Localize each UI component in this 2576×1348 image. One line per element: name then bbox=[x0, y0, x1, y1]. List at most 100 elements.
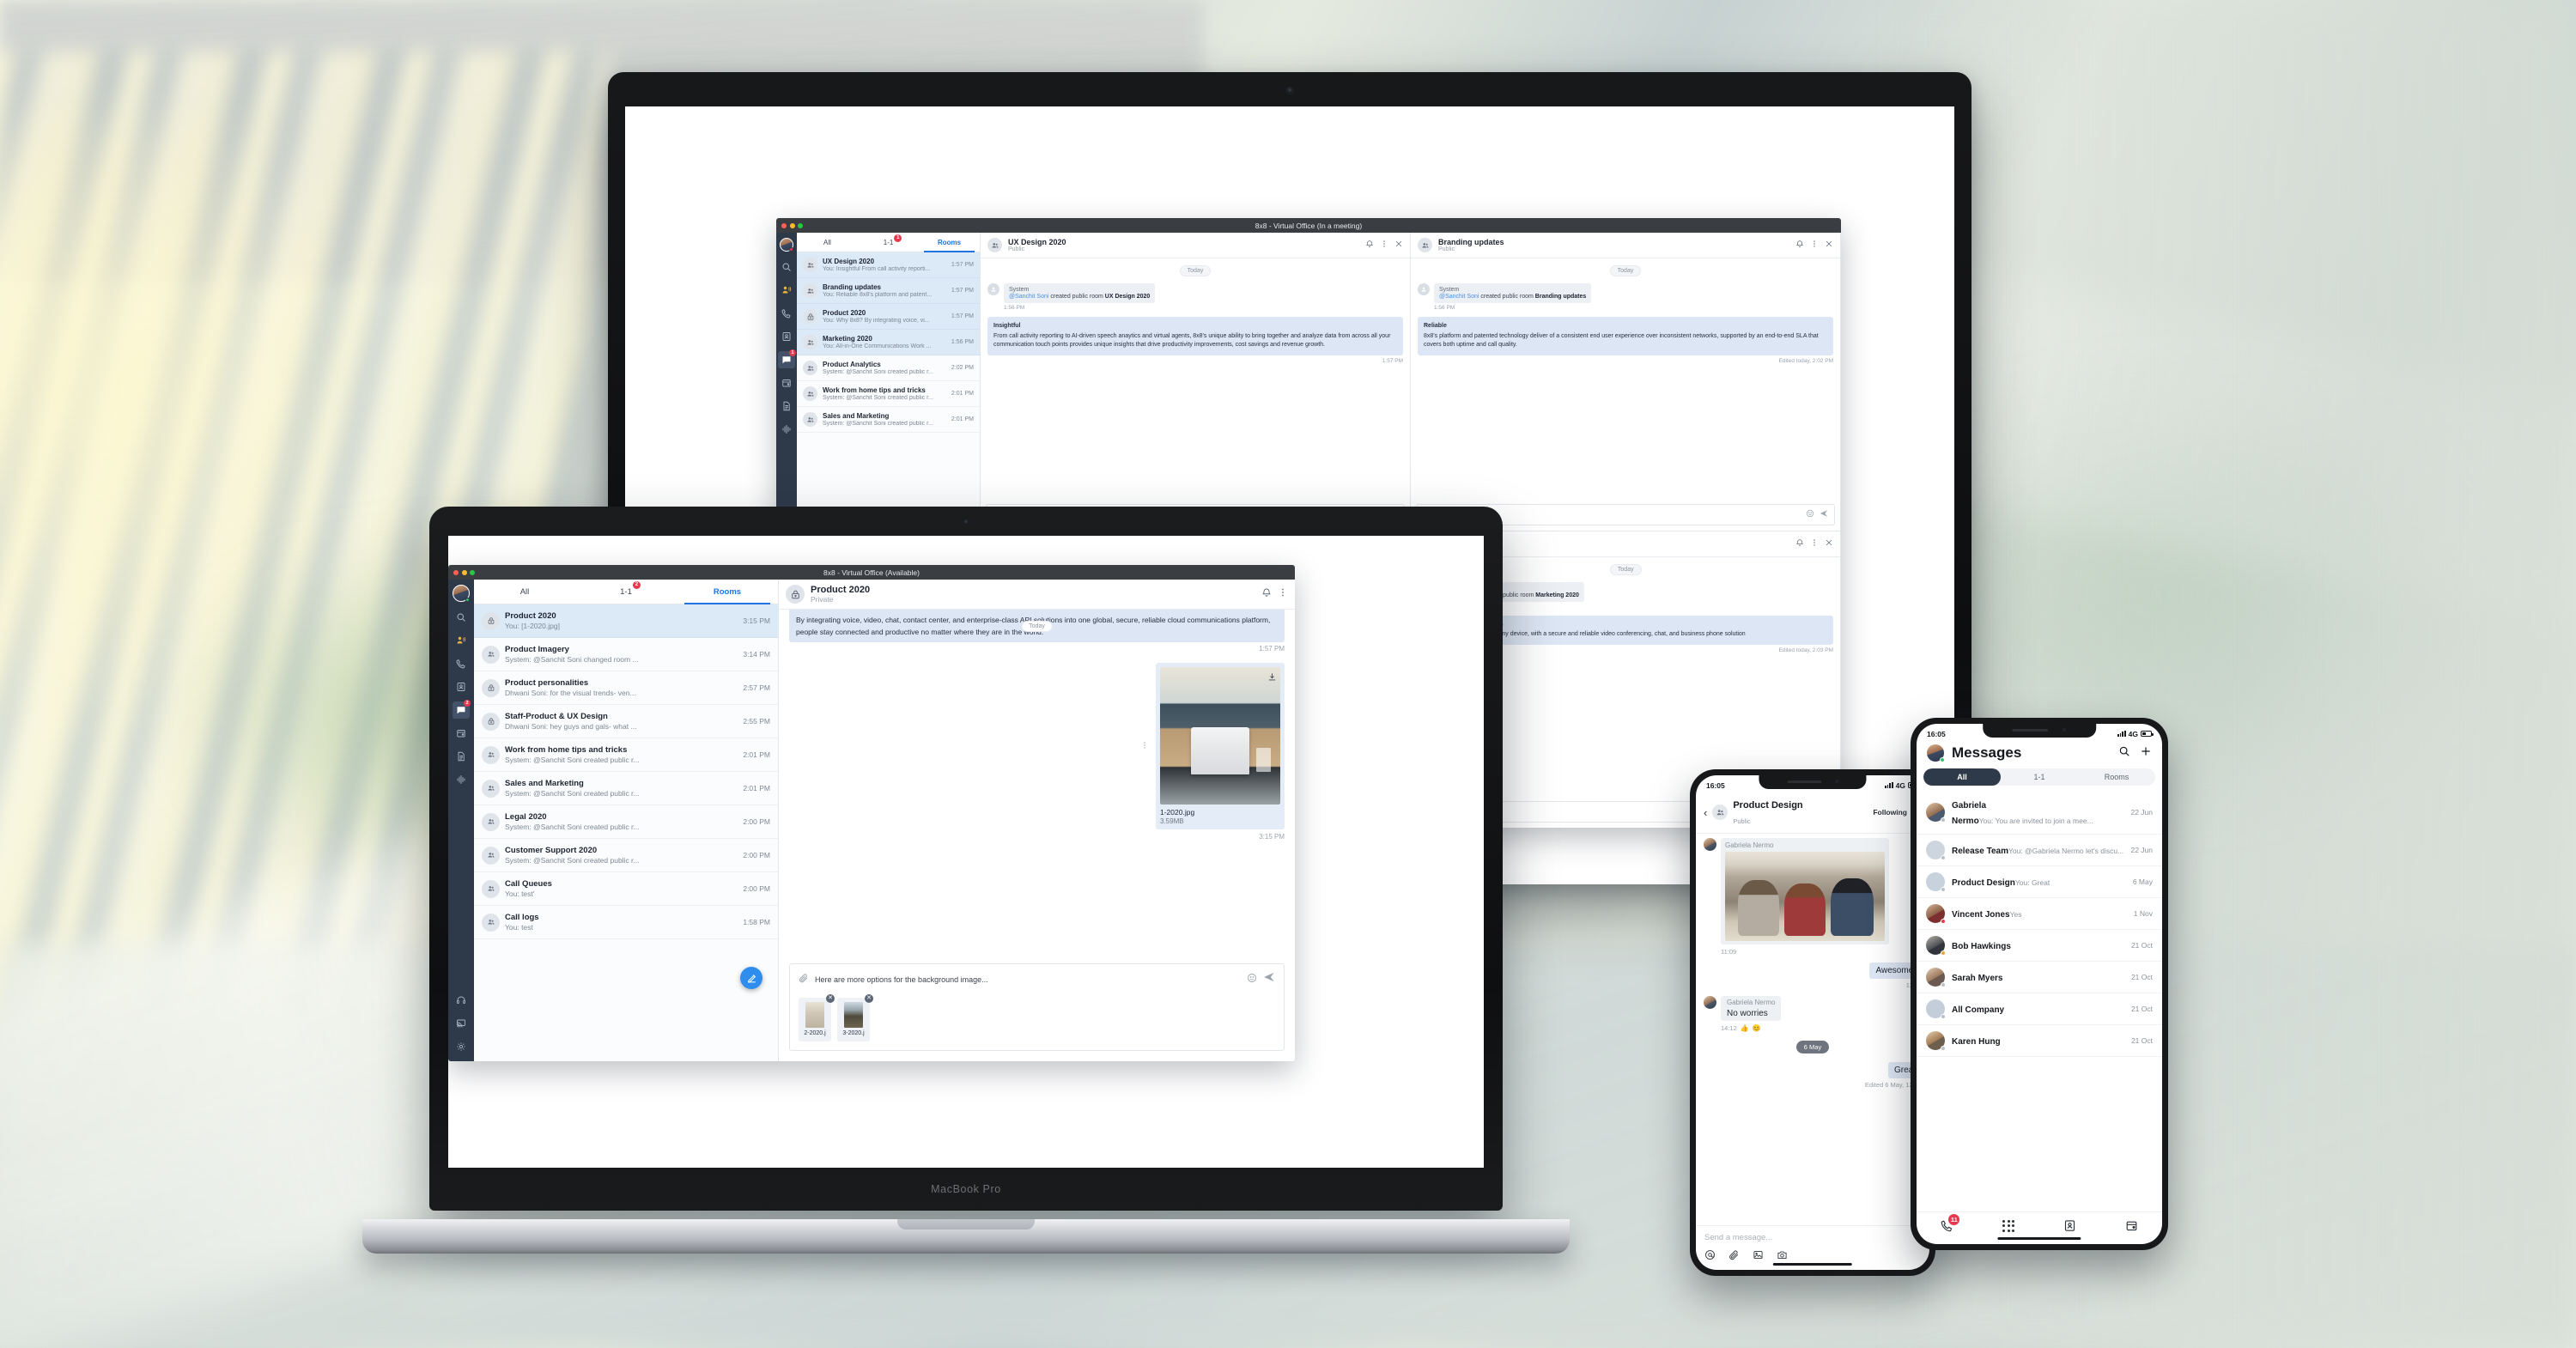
message-more-options-icon[interactable] bbox=[1140, 738, 1149, 754]
list-item[interactable]: Product 2020 You: [1-2020.jpg] 3:15 PM bbox=[474, 604, 778, 638]
list-item[interactable]: Karen Hung 21 Oct bbox=[1917, 1025, 2162, 1057]
list-item[interactable]: Marketing 2020 You: All-in-One Communicat… bbox=[797, 330, 980, 355]
calendar-icon[interactable] bbox=[778, 374, 795, 392]
more-options-icon[interactable] bbox=[1380, 240, 1388, 251]
meeting-icon[interactable] bbox=[453, 632, 470, 649]
plus-icon[interactable] bbox=[2140, 745, 2152, 762]
more-options-icon[interactable] bbox=[1810, 538, 1819, 550]
phone-icon[interactable] bbox=[778, 305, 795, 322]
image-attachment-card[interactable]: 1-2020.jpg 3.59MB bbox=[1156, 663, 1285, 830]
minimize-button[interactable] bbox=[461, 569, 467, 575]
headset-icon[interactable] bbox=[453, 992, 470, 1009]
list-item[interactable]: All Company 21 Oct bbox=[1917, 993, 2162, 1025]
cast-icon[interactable] bbox=[453, 1015, 470, 1032]
gear-icon[interactable] bbox=[453, 1038, 470, 1055]
list-item[interactable]: Legal 2020 System: @Sanchit Soni created … bbox=[474, 805, 778, 839]
chat-icon[interactable]: 2 bbox=[453, 700, 471, 719]
notification-bell-icon[interactable] bbox=[1795, 538, 1804, 550]
close-button[interactable] bbox=[781, 222, 787, 228]
avatar[interactable] bbox=[453, 585, 470, 602]
contacts-icon[interactable] bbox=[453, 678, 470, 695]
chat-icon[interactable]: 1 bbox=[778, 349, 796, 368]
tab-all[interactable]: All bbox=[474, 580, 575, 604]
phone-icon[interactable] bbox=[453, 655, 470, 672]
avatar[interactable] bbox=[1927, 744, 1945, 762]
tab-phone[interactable]: 11 bbox=[1941, 1214, 1960, 1232]
list-item[interactable]: Gabriela NermoYou: You are invited to jo… bbox=[1917, 791, 2162, 835]
mention[interactable]: @Sanchit Soni bbox=[1439, 294, 1479, 300]
emoji-icon[interactable] bbox=[1806, 509, 1814, 520]
avatar[interactable] bbox=[780, 238, 793, 252]
notification-bell-icon[interactable] bbox=[1795, 240, 1804, 251]
contacts-icon[interactable] bbox=[778, 328, 795, 345]
close-button[interactable] bbox=[453, 569, 459, 575]
mention[interactable]: @Sanchit Soni bbox=[1009, 294, 1048, 300]
remove-attachment-icon[interactable]: ✕ bbox=[826, 994, 835, 1004]
tab-rooms[interactable]: Rooms bbox=[677, 580, 778, 604]
tab-all[interactable]: All bbox=[797, 233, 858, 252]
attachment-icon[interactable] bbox=[1728, 1249, 1740, 1265]
list-item[interactable]: Vincent JonesYes 1 Nov bbox=[1917, 898, 2162, 930]
list-item[interactable]: Bob Hawkings 21 Oct bbox=[1917, 930, 2162, 962]
list-item[interactable]: Staff-Product & UX Design Dhwani Soni: he… bbox=[474, 705, 778, 738]
list-item[interactable]: Product DesignYou: Great 6 May bbox=[1917, 866, 2162, 898]
image-icon[interactable] bbox=[1753, 1249, 1764, 1265]
search-icon[interactable] bbox=[2118, 745, 2130, 762]
segment-control[interactable]: All 1-1 Rooms bbox=[1923, 768, 2155, 786]
message-input[interactable]: Here are more options for the background… bbox=[815, 975, 1241, 984]
download-icon[interactable] bbox=[1267, 671, 1277, 686]
more-options-icon[interactable] bbox=[1810, 240, 1819, 251]
close-icon[interactable] bbox=[1825, 240, 1833, 251]
document-icon[interactable] bbox=[778, 398, 795, 415]
attachment-chip[interactable]: ✕ 3-2020.j bbox=[837, 994, 873, 1041]
tab-calendar[interactable] bbox=[2125, 1219, 2138, 1232]
list-item[interactable]: Customer Support 2020 System: @Sanchit So… bbox=[474, 839, 778, 872]
list-item[interactable]: Sarah Myers 21 Oct bbox=[1917, 962, 2162, 993]
analytics-icon[interactable] bbox=[778, 421, 795, 438]
notification-bell-icon[interactable] bbox=[1261, 586, 1272, 602]
tab-rooms[interactable]: Rooms bbox=[919, 233, 980, 252]
send-icon[interactable] bbox=[1820, 509, 1828, 520]
list-item[interactable]: Work from home tips and tricks System: @S… bbox=[474, 738, 778, 772]
conversation-list[interactable]: UX Design 2020 You: Insightful From call … bbox=[797, 252, 980, 433]
following-button[interactable]: Following bbox=[1873, 808, 1907, 817]
list-item[interactable]: Branding updates You: Reliable 8x8's plat… bbox=[797, 278, 980, 304]
segment-all[interactable]: All bbox=[1923, 768, 2001, 786]
tab-1-1[interactable]: 1-1 2 bbox=[575, 580, 677, 604]
new-message-button[interactable] bbox=[740, 967, 762, 989]
segment-1-1[interactable]: 1-1 bbox=[2001, 768, 2078, 786]
list-item[interactable]: Product personalities Dhwani Soni: for th… bbox=[474, 671, 778, 705]
minimize-button[interactable] bbox=[789, 222, 795, 228]
back-icon[interactable]: ‹ bbox=[1704, 806, 1707, 819]
send-icon[interactable] bbox=[1263, 971, 1275, 987]
maximize-button[interactable] bbox=[470, 569, 475, 575]
list-item[interactable]: Release TeamYou: @Gabriela Nermo let's d… bbox=[1917, 835, 2162, 866]
message-composer[interactable]: Here are more options for the background… bbox=[789, 963, 1285, 1051]
list-item[interactable]: Product Imagery System: @Sanchit Soni cha… bbox=[474, 638, 778, 671]
remove-attachment-icon[interactable]: ✕ bbox=[865, 994, 873, 1004]
search-icon[interactable] bbox=[453, 609, 470, 626]
reaction-emoji[interactable]: 👍 bbox=[1741, 1024, 1749, 1032]
conversation-list[interactable]: Product 2020 You: [1-2020.jpg] 3:15 PM Pr… bbox=[474, 604, 778, 939]
analytics-icon[interactable] bbox=[453, 771, 470, 788]
emoji-icon[interactable] bbox=[1247, 972, 1257, 987]
tab-keypad[interactable] bbox=[2002, 1219, 2015, 1232]
mention-icon[interactable] bbox=[1704, 1249, 1716, 1265]
list-item[interactable]: UX Design 2020 You: Insightful From call … bbox=[797, 252, 980, 278]
calendar-icon[interactable] bbox=[453, 725, 470, 742]
more-options-icon[interactable] bbox=[1278, 586, 1288, 602]
list-item[interactable]: Work from home tips and tricks System: @S… bbox=[797, 381, 980, 407]
close-icon[interactable] bbox=[1825, 538, 1833, 550]
messages-list[interactable]: Gabriela NermoYou: You are invited to jo… bbox=[1917, 791, 2162, 1211]
list-item[interactable]: Sales and Marketing System: @Sanchit Soni… bbox=[797, 407, 980, 433]
list-item[interactable]: Sales and Marketing System: @Sanchit Soni… bbox=[474, 772, 778, 805]
list-item[interactable]: Call Queues You: test' 2:00 PM bbox=[474, 872, 778, 906]
attachment-icon[interactable] bbox=[799, 972, 809, 987]
tab-1-1[interactable]: 1-1 1 bbox=[858, 233, 919, 252]
meeting-icon[interactable] bbox=[778, 282, 795, 299]
notification-bell-icon[interactable] bbox=[1365, 240, 1374, 251]
maximize-button[interactable] bbox=[798, 222, 803, 228]
close-icon[interactable] bbox=[1394, 240, 1403, 251]
segment-rooms[interactable]: Rooms bbox=[2078, 768, 2155, 786]
list-item[interactable]: Product Analytics System: @Sanchit Soni c… bbox=[797, 355, 980, 381]
